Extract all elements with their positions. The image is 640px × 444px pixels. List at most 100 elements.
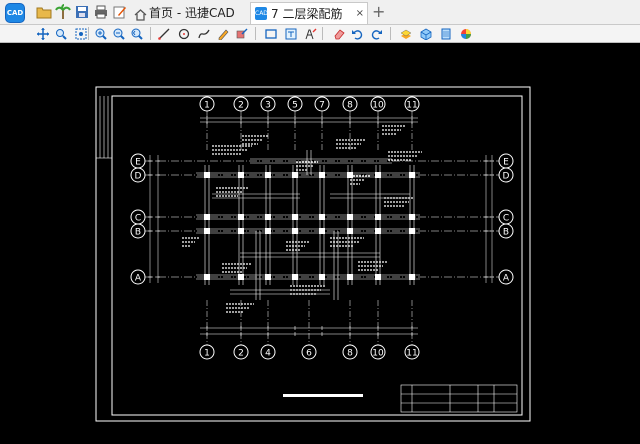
zoom-out-icon[interactable]: [110, 25, 128, 42]
column: [375, 274, 381, 280]
zoom-window-icon[interactable]: [52, 25, 70, 42]
column: [347, 214, 353, 220]
redo-icon[interactable]: [368, 25, 386, 42]
column: [238, 274, 244, 280]
pencil-tool-icon[interactable]: [214, 25, 232, 42]
zoom-in-icon[interactable]: [92, 25, 110, 42]
grid-bubble-top-label: 1: [204, 101, 210, 111]
grid-bubble-bottom-label: 6: [306, 349, 312, 359]
beam-plan: [182, 125, 422, 313]
grid-bubble-bottom-label: 10: [372, 349, 384, 359]
hatch-tool-icon[interactable]: [233, 25, 251, 42]
drawing-canvas[interactable]: 1 2 3 5 7 8 10 11 1 2 4 6 8 10 11 E D C B A E D C B A: [0, 43, 640, 440]
column: [375, 228, 381, 234]
grid-bubble-right-label: B: [503, 228, 509, 238]
drawing-title-underline: [283, 394, 363, 397]
text-tool-icon[interactable]: [302, 25, 320, 42]
grid-bubble-left-label: A: [135, 274, 142, 284]
column: [204, 214, 210, 220]
column: [238, 172, 244, 178]
block-icon[interactable]: [437, 25, 455, 42]
tab-close-button[interactable]: ×: [356, 3, 364, 25]
column: [375, 172, 381, 178]
sheet-outer-border: [95, 86, 531, 422]
column: [265, 228, 271, 234]
toolbar-divider: [150, 27, 151, 40]
grid-bubble-top-label: 10: [372, 101, 384, 111]
column: [204, 274, 210, 280]
column: [292, 274, 298, 280]
grid-bubble-right-label: D: [503, 172, 510, 182]
column: [347, 228, 353, 234]
column: [292, 172, 298, 178]
column: [319, 172, 325, 178]
cad-drawing: 1 2 3 5 7 8 10 111 2 4 6 8 10 11EDCBAEDCBA: [95, 86, 531, 422]
grid-bubble-top-label: 2: [238, 101, 244, 111]
grid-bubble-left-label: D: [135, 172, 142, 182]
print-icon[interactable]: [93, 4, 109, 20]
app-logo[interactable]: CAD: [5, 3, 25, 23]
grid-bubble-right-label: A: [503, 274, 510, 284]
title-block: [400, 384, 518, 413]
column: [265, 172, 271, 178]
column: [347, 172, 353, 178]
grid-bubble-bottom-label: 4: [265, 349, 271, 359]
undo-icon[interactable]: [348, 25, 366, 42]
column: [319, 214, 325, 220]
grid-bubble-right-label: C: [503, 214, 509, 224]
grid-bubble-bottom-label: 11: [406, 349, 417, 359]
grid-bubble-top-label: 7: [319, 101, 325, 111]
line-tool-icon[interactable]: [155, 25, 173, 42]
grid-bubble-bottom-label: 2: [238, 349, 244, 359]
binding-strip: [96, 96, 112, 159]
pan-icon[interactable]: [34, 25, 52, 42]
toolbar: [0, 25, 640, 43]
column: [319, 274, 325, 280]
column: [238, 214, 244, 220]
grid-bubble-top-label: 11: [406, 101, 417, 111]
toolbar-divider: [88, 27, 89, 40]
text-box-icon[interactable]: [282, 25, 300, 42]
color-wheel-icon[interactable]: [457, 25, 475, 42]
toolbar-divider: [390, 27, 391, 40]
tab-document[interactable]: CAD 7 二层梁配筋图.dwg ×: [250, 2, 368, 43]
palm-tree-icon[interactable]: [55, 4, 71, 20]
cube-3d-icon[interactable]: [417, 25, 435, 42]
zoom-previous-icon[interactable]: [128, 25, 146, 42]
toolbar-divider: [255, 27, 256, 40]
column: [292, 228, 298, 234]
toolbar-divider: [322, 27, 323, 40]
edit-note-icon[interactable]: [112, 4, 128, 20]
tab-home[interactable]: 首页 - 迅捷CAD看图: [134, 2, 246, 42]
column: [319, 228, 325, 234]
column: [347, 274, 353, 280]
eraser-icon[interactable]: [330, 25, 348, 42]
save-icon[interactable]: [74, 4, 90, 20]
layers-icon[interactable]: [397, 25, 415, 42]
grid-bubble-top-label: 8: [347, 101, 353, 111]
open-folder-icon[interactable]: [36, 4, 52, 20]
new-tab-button[interactable]: +: [372, 2, 385, 22]
grid-bubble-bottom-label: 1: [204, 349, 210, 359]
circle-tool-icon[interactable]: [175, 25, 193, 42]
grid-bubble-right-label: E: [503, 158, 509, 168]
polyline-tool-icon[interactable]: [195, 25, 213, 42]
grid-bubble-left-label: C: [135, 214, 141, 224]
rectangle-tool-icon[interactable]: [262, 25, 280, 42]
column: [409, 214, 415, 220]
column: [409, 228, 415, 234]
title-bar: CAD 首页 - 迅捷CAD看图 CAD 7 二层梁配筋图.dwg × +: [0, 0, 640, 43]
grid-bubble-left-label: E: [135, 158, 141, 168]
column: [375, 214, 381, 220]
column: [409, 172, 415, 178]
grid-bubble-bottom-label: 8: [347, 349, 353, 359]
column: [265, 274, 271, 280]
column: [238, 228, 244, 234]
column: [265, 214, 271, 220]
column: [292, 214, 298, 220]
grid-bubble-left-label: B: [135, 228, 141, 238]
app-logo-text: CAD: [6, 9, 24, 17]
column: [204, 228, 210, 234]
column: [204, 172, 210, 178]
dwg-file-icon: CAD: [255, 7, 268, 20]
